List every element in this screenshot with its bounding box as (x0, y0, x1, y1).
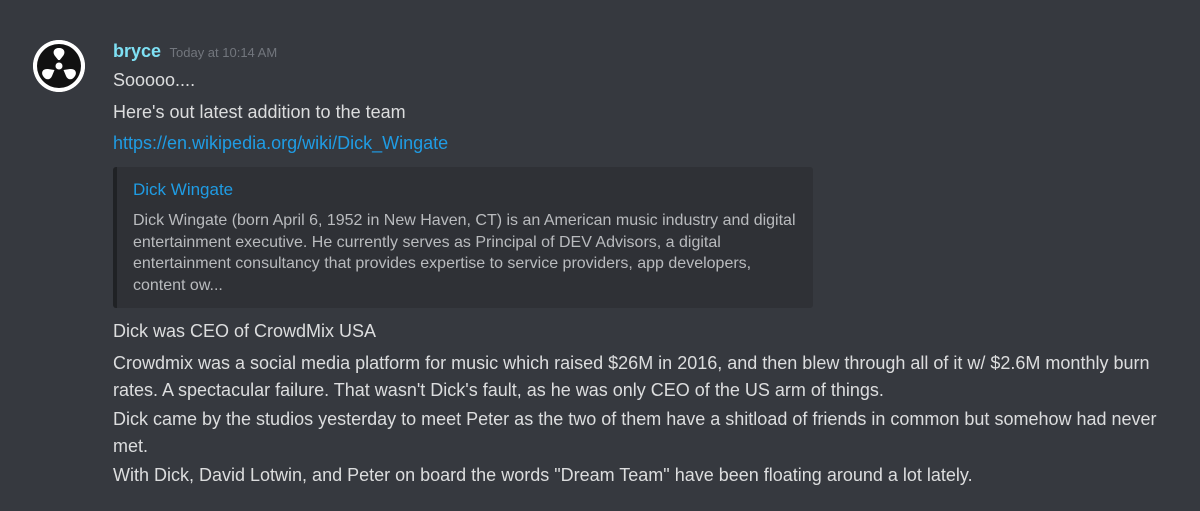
message-header: bryce Today at 10:14 AM (113, 41, 277, 65)
message-paragraph: Dick came by the studios yesterday to me… (113, 409, 1157, 456)
chat-message: bryce Today at 10:14 AM Sooooo.... Here'… (0, 0, 1200, 511)
message-paragraph: With Dick, David Lotwin, and Peter on bo… (113, 465, 973, 485)
wikipedia-link[interactable]: https://en.wikipedia.org/wiki/Dick_Winga… (113, 133, 448, 153)
record-45-adapter-icon (33, 40, 85, 92)
message-line: Here's out latest addition to the team (113, 102, 406, 122)
message-paragraph: Crowdmix was a social media platform for… (113, 353, 1150, 400)
message-line: Sooooo.... (113, 70, 196, 90)
timestamp: Today at 10:14 AM (169, 45, 278, 60)
message-paragraph: Dick was CEO of CrowdMix USA (113, 321, 377, 341)
embed-title[interactable]: Dick Wingate (133, 180, 233, 200)
message-link-line: https://en.wikipedia.org/wiki/Dick_Winga… (113, 130, 448, 157)
embed-description: Dick Wingate (born April 6, 1952 in New … (133, 212, 796, 294)
avatar[interactable] (33, 40, 85, 92)
link-embed: Dick Wingate Dick Wingate (born April 6,… (113, 167, 813, 308)
username[interactable]: bryce (113, 41, 161, 61)
